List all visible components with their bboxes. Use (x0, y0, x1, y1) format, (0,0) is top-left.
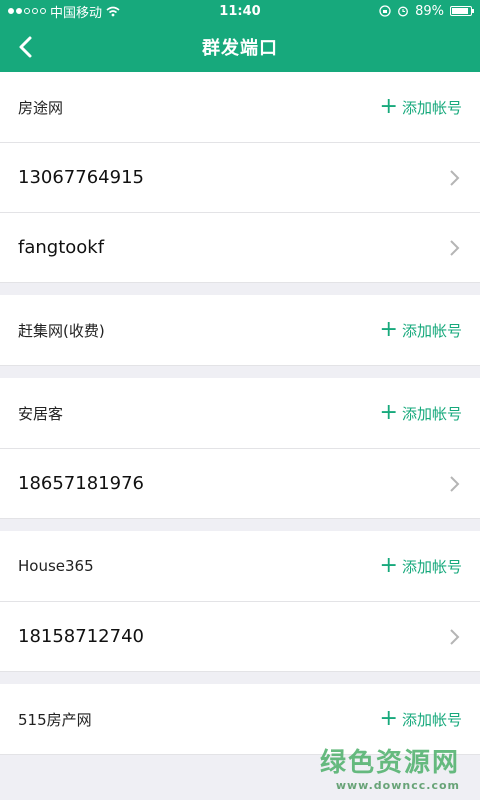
add-account-button[interactable]: + 添加帐号 (380, 402, 462, 424)
portal-group-ganji: 赶集网(收费) + 添加帐号 (0, 295, 480, 366)
watermark-title: 绿色资源网 (319, 748, 460, 778)
portal-group-anjuke: 安居客 + 添加帐号 18657181976 (0, 378, 480, 519)
add-account-label: 添加帐号 (401, 321, 462, 340)
account-row[interactable]: 18657181976 (0, 448, 480, 518)
add-account-button[interactable]: + 添加帐号 (380, 555, 462, 577)
account-row[interactable]: fangtookf (0, 212, 480, 282)
portal-group-fangtu: 房途网 + 添加帐号 13067764915 fangtookf (0, 72, 480, 283)
page-title: 群发端口 (202, 38, 278, 59)
chevron-right-icon (450, 628, 460, 645)
account-name: fangtookf (18, 237, 105, 258)
section-divider (0, 366, 480, 378)
chevron-right-icon (450, 169, 460, 186)
watermark: 绿色资源网 www.downcc.com (320, 742, 460, 792)
battery-percent: 89% (415, 3, 444, 19)
alarm-icon (398, 6, 409, 17)
account-name: 13067764915 (18, 167, 144, 188)
watermark-url: www.downcc.com (335, 779, 460, 792)
site-row: 赶集网(收费) + 添加帐号 (0, 295, 480, 365)
carrier-label: 中国移动 (50, 5, 103, 21)
add-account-label: 添加帐号 (401, 98, 462, 117)
site-name: 房途网 (18, 98, 64, 117)
plus-icon: + (379, 706, 398, 731)
add-account-label: 添加帐号 (401, 557, 462, 576)
add-account-label: 添加帐号 (401, 404, 462, 423)
add-account-label: 添加帐号 (401, 710, 462, 729)
site-name: 赶集网(收费) (18, 321, 105, 340)
add-account-button[interactable]: + 添加帐号 (380, 708, 462, 730)
plus-icon: + (379, 400, 398, 425)
account-row[interactable]: 13067764915 (0, 142, 480, 212)
wifi-icon (106, 6, 120, 16)
plus-icon: + (379, 94, 398, 119)
site-row: House365 + 添加帐号 (0, 531, 480, 601)
site-name: House365 (18, 557, 94, 575)
clock: 11:40 (219, 3, 261, 19)
status-bar: 中国移动 11:40 89% (0, 0, 480, 22)
account-name: 18657181976 (18, 473, 144, 494)
site-row: 安居客 + 添加帐号 (0, 378, 480, 448)
site-row: 房途网 + 添加帐号 (0, 72, 480, 142)
battery-icon (450, 6, 474, 16)
portal-group-house365: House365 + 添加帐号 18158712740 (0, 531, 480, 672)
section-divider (0, 672, 480, 684)
back-icon[interactable] (10, 30, 44, 64)
plus-icon: + (379, 317, 398, 342)
nav-bar: 群发端口 (0, 22, 480, 72)
site-name: 安居客 (18, 404, 64, 423)
signal-icon (8, 8, 46, 14)
app-header: 中国移动 11:40 89% 群发端口 (0, 0, 480, 72)
site-name: 515房产网 (18, 710, 92, 729)
add-account-button[interactable]: + 添加帐号 (380, 319, 462, 341)
plus-icon: + (379, 553, 398, 578)
chevron-right-icon (450, 475, 460, 492)
chevron-right-icon (450, 239, 460, 256)
account-name: 18158712740 (18, 626, 144, 647)
section-divider (0, 283, 480, 295)
rotation-lock-icon (379, 5, 391, 17)
account-row[interactable]: 18158712740 (0, 601, 480, 671)
portal-list: 房途网 + 添加帐号 13067764915 fangtookf 赶集网(收费)… (0, 72, 480, 755)
add-account-button[interactable]: + 添加帐号 (380, 96, 462, 118)
section-divider (0, 519, 480, 531)
